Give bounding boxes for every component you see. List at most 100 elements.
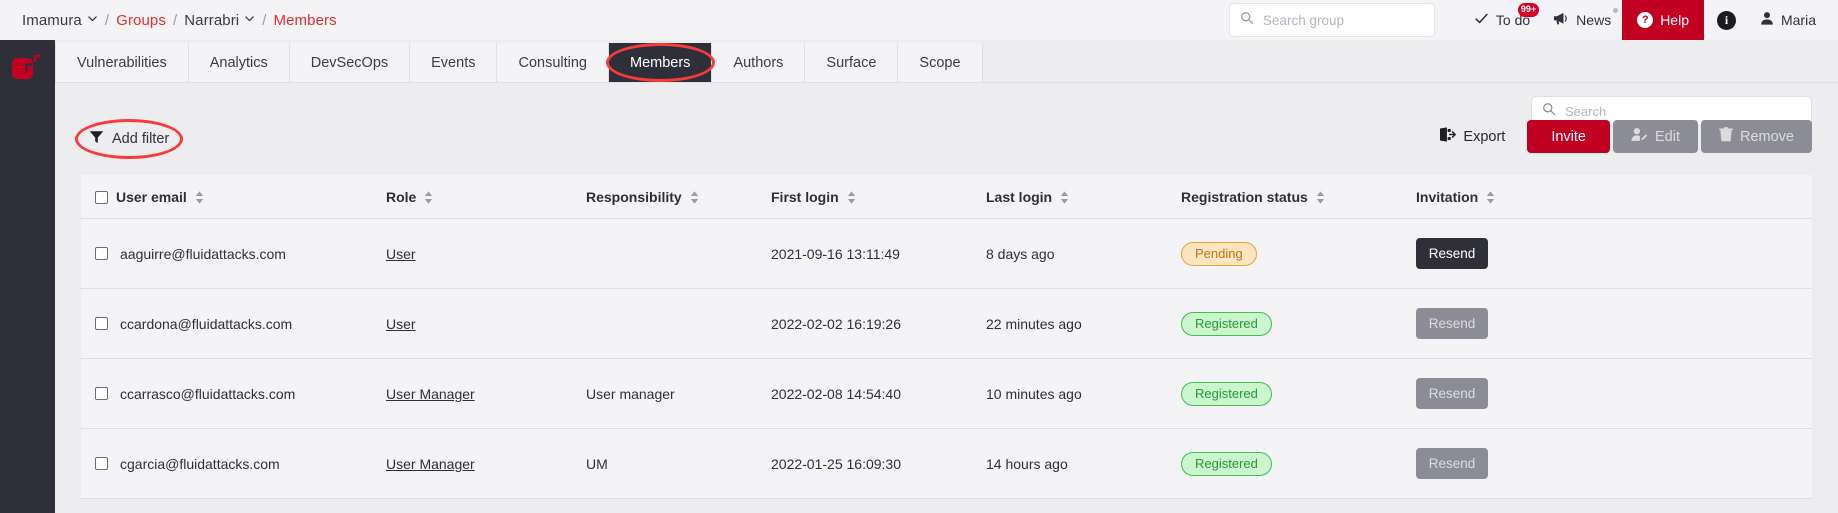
cell-registration-status: Pending [1181, 218, 1416, 289]
column-header-first-login[interactable]: First login [771, 175, 986, 219]
cell-responsibility [586, 288, 771, 359]
table-row[interactable]: cgarcia@fluidattacks.com User Manager UM 20… [81, 428, 1812, 499]
role-link[interactable]: User Manager [386, 386, 475, 402]
user-name-label: Maria [1780, 12, 1816, 28]
cell-role: User [386, 218, 586, 289]
chevron-down-icon [87, 13, 98, 24]
breadcrumb-org[interactable]: Imamura [22, 12, 98, 29]
tab-events[interactable]: Events [410, 43, 498, 82]
tab-label: Vulnerabilities [77, 54, 167, 71]
table-actions: Export Invite Edit Remove [1439, 120, 1812, 153]
export-icon [1439, 127, 1457, 146]
sort-icon[interactable] [424, 190, 433, 204]
tab-bar: Vulnerabilities Analytics DevSecOps Events C… [55, 43, 1838, 83]
sort-icon[interactable] [1060, 190, 1069, 204]
column-header-label: Responsibility [586, 189, 682, 205]
tab-label: Consulting [518, 54, 587, 71]
invite-button[interactable]: Invite [1527, 120, 1610, 153]
resend-invitation-button[interactable]: Resend [1416, 378, 1488, 409]
trash-icon [1719, 127, 1733, 146]
main-content: Vulnerabilities Analytics DevSecOps Events C… [55, 40, 1838, 513]
table-search-input[interactable] [1565, 103, 1801, 119]
sort-icon[interactable] [195, 190, 204, 204]
export-button[interactable]: Export [1439, 127, 1505, 146]
cell-email: ccarrasco@fluidattacks.com [81, 358, 386, 429]
cell-last-login: 14 hours ago [986, 428, 1181, 499]
user-icon [1760, 11, 1774, 29]
cell-role: User [386, 288, 586, 359]
sort-icon[interactable] [690, 190, 699, 204]
invite-label: Invite [1551, 128, 1586, 145]
tab-authors[interactable]: Authors [712, 43, 806, 82]
user-email-label: ccarrasco@fluidattacks.com [120, 385, 296, 402]
row-checkbox[interactable] [95, 457, 108, 470]
column-header-invitation[interactable]: Invitation [1416, 175, 1812, 219]
breadcrumb-group[interactable]: Narrabri [184, 12, 255, 29]
row-checkbox[interactable] [95, 247, 108, 260]
tab-members[interactable]: Members [609, 43, 713, 82]
news-button[interactable]: News [1541, 0, 1622, 40]
breadcrumb-current[interactable]: Members [274, 12, 337, 29]
table-row[interactable]: aaguirre@fluidattacks.com User 2021-09-16 … [81, 218, 1812, 289]
table-row[interactable]: ccardona@fluidattacks.com User 2022-02-02 … [81, 288, 1812, 359]
resend-invitation-button[interactable]: Resend [1416, 238, 1488, 269]
help-button[interactable]: ? Help [1622, 0, 1704, 40]
tab-surface[interactable]: Surface [805, 43, 899, 82]
sort-icon[interactable] [847, 190, 856, 204]
todo-button[interactable]: To do 99+ [1463, 0, 1541, 40]
table-body: aaguirre@fluidattacks.com User 2021-09-16 … [81, 218, 1812, 499]
column-header-registration-status[interactable]: Registration status [1181, 175, 1416, 219]
sort-icon[interactable] [1316, 190, 1325, 204]
tab-analytics[interactable]: Analytics [188, 43, 290, 82]
filter-icon [89, 130, 104, 148]
cell-last-login: 10 minutes ago [986, 358, 1181, 429]
status-badge: Pending [1181, 241, 1257, 266]
resend-invitation-button[interactable]: Resend [1416, 448, 1488, 479]
cell-first-login: 2022-01-25 16:09:30 [771, 428, 986, 499]
cell-responsibility [586, 218, 771, 289]
header-actions: To do 99+ News ? Help i M [1228, 0, 1838, 40]
cell-registration-status: Registered [1181, 358, 1416, 429]
role-link[interactable]: User [386, 246, 416, 262]
tab-vulnerabilities[interactable]: Vulnerabilities [55, 43, 189, 82]
user-menu[interactable]: Maria [1749, 0, 1838, 40]
table-row[interactable]: ccarrasco@fluidattacks.com User Manager Us… [81, 358, 1812, 429]
column-header-label: Last login [986, 189, 1053, 205]
info-button[interactable]: i [1704, 0, 1749, 40]
remove-button[interactable]: Remove [1701, 120, 1812, 153]
row-checkbox[interactable] [95, 317, 108, 330]
column-header-role[interactable]: Role [386, 175, 586, 219]
status-badge: Registered [1181, 311, 1272, 336]
tab-consulting[interactable]: Consulting [497, 43, 609, 82]
info-icon: i [1716, 10, 1736, 30]
edit-button[interactable]: Edit [1613, 120, 1698, 153]
user-email-label: aaguirre@fluidattacks.com [120, 245, 286, 262]
status-badge: Registered [1181, 381, 1272, 406]
megaphone-icon [1552, 11, 1569, 29]
export-label: Export [1463, 128, 1506, 145]
row-checkbox[interactable] [95, 387, 108, 400]
help-label: Help [1660, 12, 1689, 28]
column-header-email[interactable]: User email [81, 175, 386, 219]
role-link[interactable]: User Manager [386, 456, 475, 472]
cell-first-login: 2022-02-02 16:19:26 [771, 288, 986, 359]
sidebar [0, 40, 55, 513]
role-link[interactable]: User [386, 316, 416, 332]
group-search-box[interactable] [1228, 3, 1435, 37]
tab-label: Analytics [209, 54, 268, 71]
tab-scope[interactable]: Scope [898, 43, 983, 82]
breadcrumb-groups[interactable]: Groups [116, 12, 166, 29]
add-filter-button[interactable]: Add filter [89, 130, 169, 148]
app-logo-icon[interactable] [11, 50, 43, 82]
column-header-last-login[interactable]: Last login [986, 175, 1181, 219]
select-all-checkbox[interactable] [95, 190, 108, 204]
tab-devsecops[interactable]: DevSecOps [289, 43, 411, 82]
breadcrumb-separator-3: / [262, 11, 267, 29]
cell-registration-status: Registered [1181, 428, 1416, 499]
cell-registration-status: Registered [1181, 288, 1416, 359]
group-search-input[interactable] [1262, 12, 1424, 28]
resend-invitation-button[interactable]: Resend [1416, 308, 1488, 339]
user-email-label: cgarcia@fluidattacks.com [120, 455, 280, 472]
column-header-responsibility[interactable]: Responsibility [586, 175, 771, 219]
sort-icon[interactable] [1486, 190, 1495, 204]
